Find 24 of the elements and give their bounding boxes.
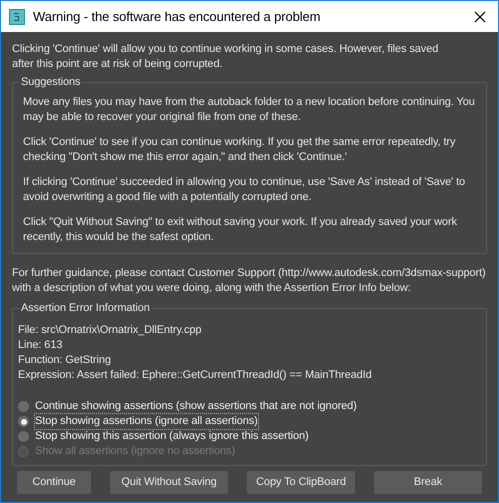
radio-button[interactable]: [18, 401, 29, 412]
suggestion-text: Click "Quit Without Saving" to exit without saving your work. If you already saved your work recently, this would be the safest option.: [23, 215, 458, 245]
radio-label[interactable]: Continue showing assertions (show assertions that are not ignored): [35, 399, 357, 414]
radio-label[interactable]: Stop showing this assertion (always ignore this assertion): [35, 429, 309, 444]
error-info-text: Function: GetString: [18, 353, 111, 368]
suggestion-text: If clicking 'Continue' succeeded in allowing you to continue, use 'Save As' instead of 'Save' to avoid overwriting a good file with a potentially corrupted one.: [23, 175, 466, 205]
radio-button[interactable]: [18, 431, 29, 442]
window-title: Warning - the software has encountered a problem: [33, 9, 320, 24]
error-info-text: Line: 613: [18, 338, 62, 353]
suggestion-text: Move any files you may have from the autoback folder to a new location before continuing. You may be able to recover your original file from one of these.: [23, 95, 476, 125]
dialog-button[interactable]: Copy To ClipBoard: [247, 471, 355, 494]
intro-text: Clicking 'Continue' will allow you to continue working in some cases. However, files saved after this point are at risk of being corrupted.: [12, 42, 440, 72]
radio-button[interactable]: [18, 416, 29, 427]
radio-label[interactable]: Stop showing assertions (ignore all assertions): [35, 414, 258, 429]
group-title: Suggestions: [19, 75, 82, 90]
dialog-button[interactable]: Break: [374, 471, 482, 494]
guidance-text: For further guidance, please contact Customer Support (http://www.autodesk.com/3dsmax-support) with a description of what you were doing, along with the Assertion Error Info below:: [12, 266, 487, 296]
error-info-text: File: src\Ornatrix\Ornatrix_DllEntry.cpp: [18, 323, 202, 338]
close-icon[interactable]: [474, 10, 486, 22]
dialog-button[interactable]: Quit Without Saving: [110, 471, 228, 494]
suggestion-text: Click 'Continue' to see if you can continue working. If you get the same error repeatedly, try checking "Don't show me this error again," and then click 'Continue.': [23, 135, 456, 165]
dialog-button[interactable]: Continue: [17, 471, 91, 494]
app-icon: [9, 8, 25, 24]
error-info-text: Expression: Assert failed: Ephere::GetCurrentThreadId() == MainThreadId: [18, 368, 372, 383]
